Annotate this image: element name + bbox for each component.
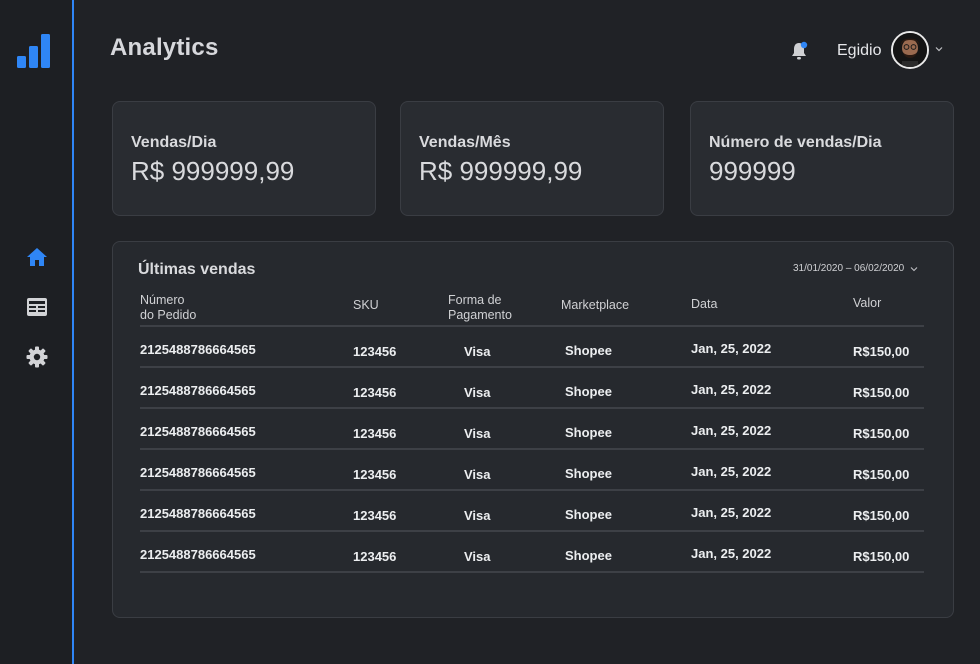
value-cell: R$150,00 <box>853 344 910 359</box>
card-label: Vendas/Dia <box>131 134 217 151</box>
chevron-down-icon[interactable] <box>934 44 944 54</box>
sidebar-item-reports[interactable] <box>25 295 49 319</box>
sku-cell: 123456 <box>353 549 397 564</box>
value-cell: R$150,00 <box>853 385 910 400</box>
sku-cell: 123456 <box>353 385 397 400</box>
latest-sales-panel: Últimas vendas 31/01/2020 – 06/02/2020 N… <box>112 241 954 618</box>
column-header-value: Valor <box>853 296 882 310</box>
sidebar-item-settings[interactable] <box>25 345 49 369</box>
sales-per-month-card: Vendas/Mês R$ 999999,99 <box>400 101 664 216</box>
gear-icon <box>26 346 48 368</box>
date-range-label: 31/01/2020 – 06/02/2020 <box>793 263 905 274</box>
payment-cell: Visa <box>464 426 491 441</box>
order-number-cell: 2125488786664565 <box>140 342 256 357</box>
column-header-date: Data <box>691 297 718 311</box>
table-row[interactable]: 2125488786664565 123456 Visa Shopee Jan, 25,… <box>140 532 924 573</box>
sku-cell: 123456 <box>353 344 397 359</box>
payment-cell: Visa <box>464 549 491 564</box>
sku-cell: 123456 <box>353 467 397 482</box>
order-number-cell: 2125488786664565 <box>140 547 256 562</box>
marketplace-cell: Shopee <box>565 384 612 399</box>
column-header-order-number: Número do Pedido <box>140 293 196 323</box>
marketplace-cell: Shopee <box>565 343 612 358</box>
column-header-line: Forma de <box>448 293 502 307</box>
marketplace-cell: Shopee <box>565 425 612 440</box>
bar-chart-icon[interactable] <box>17 33 51 69</box>
column-header-payment: Forma de Pagamento <box>448 293 512 323</box>
value-cell: R$150,00 <box>853 549 910 564</box>
date-cell: Jan, 25, 2022 <box>691 423 772 438</box>
table-row[interactable]: 2125488786664565 123456 Visa Shopee Jan, 25,… <box>140 327 924 368</box>
column-header-line: Número <box>140 293 185 307</box>
newspaper-icon <box>27 298 47 316</box>
column-header-line: do Pedido <box>140 308 197 322</box>
table-row[interactable]: 2125488786664565 123456 Visa Shopee Jan, 25,… <box>140 450 924 491</box>
date-cell: Jan, 25, 2022 <box>691 505 772 520</box>
table-row[interactable]: 2125488786664565 123456 Visa Shopee Jan, 25,… <box>140 409 924 450</box>
sales-count-per-day-card: Número de vendas/Dia 999999 <box>690 101 954 216</box>
sku-cell: 123456 <box>353 426 397 441</box>
home-icon <box>27 248 47 266</box>
sidebar-item-home[interactable] <box>25 245 49 269</box>
payment-cell: Visa <box>464 467 491 482</box>
payment-cell: Visa <box>464 508 491 523</box>
bell-icon[interactable] <box>789 40 809 62</box>
marketplace-cell: Shopee <box>565 466 612 481</box>
order-number-cell: 2125488786664565 <box>140 506 256 521</box>
avatar[interactable] <box>891 31 929 69</box>
marketplace-cell: Shopee <box>565 548 612 563</box>
page-title: Analytics <box>110 34 219 61</box>
table-row[interactable]: 2125488786664565 123456 Visa Shopee Jan, 25,… <box>140 491 924 532</box>
date-cell: Jan, 25, 2022 <box>691 546 772 561</box>
value-cell: R$150,00 <box>853 426 910 441</box>
sku-cell: 123456 <box>353 508 397 523</box>
user-name[interactable]: Egidio <box>837 42 881 60</box>
row-divider <box>140 571 924 573</box>
date-range-picker[interactable]: 31/01/2020 – 06/02/2020 <box>793 263 918 274</box>
table-row[interactable]: 2125488786664565 123456 Visa Shopee Jan, 25,… <box>140 368 924 409</box>
column-header-sku: SKU <box>353 298 379 312</box>
sales-per-day-card: Vendas/Dia R$ 999999,99 <box>112 101 376 216</box>
order-number-cell: 2125488786664565 <box>140 424 256 439</box>
chevron-down-icon <box>910 266 918 271</box>
payment-cell: Visa <box>464 344 491 359</box>
card-label: Número de vendas/Dia <box>709 134 882 151</box>
date-cell: Jan, 25, 2022 <box>691 382 772 397</box>
sidebar <box>0 0 74 664</box>
order-number-cell: 2125488786664565 <box>140 465 256 480</box>
value-cell: R$150,00 <box>853 467 910 482</box>
card-value: R$ 999999,99 <box>131 156 295 186</box>
column-header-line: Pagamento <box>448 308 512 322</box>
marketplace-cell: Shopee <box>565 507 612 522</box>
card-value: 999999 <box>709 156 796 186</box>
card-value: R$ 999999,99 <box>419 156 583 186</box>
column-header-marketplace: Marketplace <box>561 298 630 312</box>
value-cell: R$150,00 <box>853 508 910 523</box>
user-avatar-icon <box>893 33 927 67</box>
panel-title: Últimas vendas <box>138 261 256 278</box>
card-label: Vendas/Mês <box>419 134 511 151</box>
date-cell: Jan, 25, 2022 <box>691 464 772 479</box>
order-number-cell: 2125488786664565 <box>140 383 256 398</box>
date-cell: Jan, 25, 2022 <box>691 341 772 356</box>
payment-cell: Visa <box>464 385 491 400</box>
